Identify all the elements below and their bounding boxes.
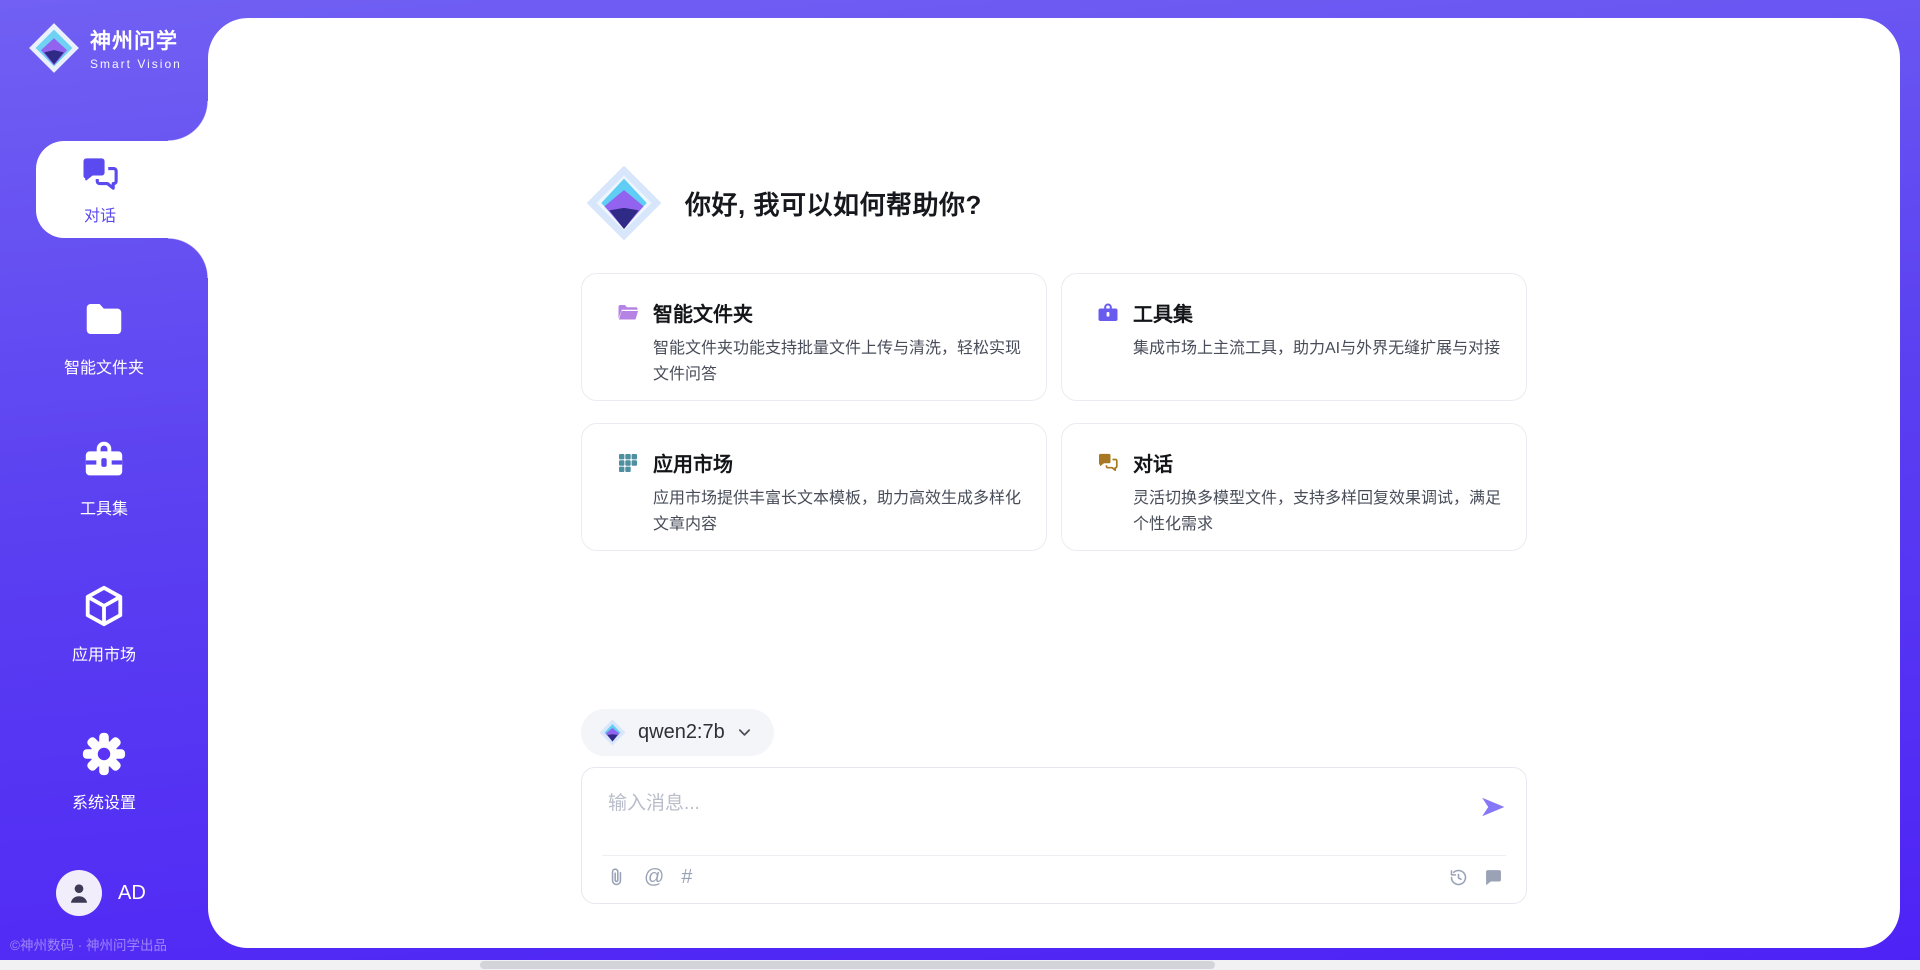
sidebar-item-label: 应用市场 [0, 641, 208, 665]
history-icon[interactable] [1448, 867, 1469, 888]
sidebar-item-toolset[interactable]: 工具集 [0, 437, 208, 519]
attach-file-icon[interactable] [606, 867, 627, 888]
card-title: 工具集 [1133, 298, 1193, 327]
sidebar-item-settings[interactable]: 系统设置 [0, 731, 208, 813]
card-title: 应用市场 [653, 448, 733, 477]
card-description: 集成市场上主流工具，助力AI与外界无缝扩展与对接 [1133, 336, 1511, 362]
sidebar-item-app-market[interactable]: 应用市场 [0, 583, 208, 665]
feature-cards: 智能文件夹 智能文件夹功能支持批量文件上传与清洗，轻松实现文件问答 工具集 集成… [581, 273, 1527, 551]
hashtag-icon[interactable]: # [681, 867, 692, 888]
sidebar-item-chat[interactable]: 对话 [36, 141, 208, 238]
avatar [56, 870, 102, 916]
gear-icon [81, 731, 127, 777]
card-toolset[interactable]: 工具集 集成市场上主流工具，助力AI与外界无缝扩展与对接 [1061, 273, 1527, 401]
chat-bubble-icon[interactable] [1483, 867, 1504, 888]
person-icon [66, 880, 92, 906]
card-smart-folder[interactable]: 智能文件夹 智能文件夹功能支持批量文件上传与清洗，轻松实现文件问答 [581, 273, 1047, 401]
composer-area: qwen2:7b [581, 709, 1527, 904]
logo-diamond-icon [585, 164, 663, 242]
user-profile[interactable]: AD [56, 870, 146, 916]
folder-open-icon [616, 301, 640, 325]
sidebar-item-label: 系统设置 [0, 789, 208, 813]
brand-subtitle: Smart Vision [90, 57, 182, 71]
card-description: 应用市场提供丰富长文本模板，助力高效生成多样化文章内容 [653, 486, 1031, 537]
send-button[interactable] [1480, 794, 1506, 820]
sidebar-item-label: 智能文件夹 [0, 354, 208, 378]
chat-bubbles-icon [78, 153, 122, 197]
logo-diamond-icon [28, 22, 80, 74]
toolbox-icon [1096, 301, 1120, 325]
grid-icon [616, 451, 640, 475]
card-title: 对话 [1133, 448, 1173, 477]
folder-icon [81, 296, 127, 342]
sidebar-item-smart-folder[interactable]: 智能文件夹 [0, 296, 208, 378]
card-app-market[interactable]: 应用市场 应用市场提供丰富长文本模板，助力高效生成多样化文章内容 [581, 423, 1047, 551]
chevron-down-icon [737, 725, 752, 740]
greeting: 你好, 我可以如何帮助你? [585, 18, 1527, 242]
horizontal-scrollbar [0, 960, 1920, 970]
chat-bubbles-icon [1096, 451, 1120, 475]
sidebar-item-label: 对话 [84, 202, 116, 226]
model-name: qwen2:7b [638, 721, 725, 744]
brand-title: 神州问学 [90, 25, 182, 55]
logo-diamond-icon [599, 719, 626, 746]
card-title: 智能文件夹 [653, 298, 753, 327]
cube-icon [81, 583, 127, 629]
sidebar-footer-copyright: ©神州数码 · 神州问学出品 [10, 934, 167, 954]
user-name: AD [118, 882, 146, 905]
greeting-text: 你好, 我可以如何帮助你? [685, 185, 982, 222]
toolbox-icon [81, 437, 127, 483]
card-chat[interactable]: 对话 灵活切换多模型文件，支持多样回复效果调试，满足个性化需求 [1061, 423, 1527, 551]
card-description: 灵活切换多模型文件，支持多样回复效果调试，满足个性化需求 [1133, 486, 1511, 537]
message-composer: @ # [581, 767, 1527, 904]
sidebar: 神州问学 Smart Vision 对话 智能文件夹 工具集 [0, 0, 208, 970]
composer-divider [602, 855, 1506, 856]
message-input[interactable] [608, 784, 1456, 824]
mention-icon[interactable]: @ [644, 867, 664, 888]
brand-logo: 神州问学 Smart Vision [28, 22, 182, 74]
scrollbar-thumb[interactable] [480, 961, 1215, 969]
send-icon [1480, 794, 1506, 820]
sidebar-item-label: 工具集 [0, 495, 208, 519]
main-panel: 你好, 我可以如何帮助你? 智能文件夹 智能文件夹功能支持批量文件上传与清洗，轻… [208, 18, 1900, 948]
model-selector[interactable]: qwen2:7b [581, 709, 774, 756]
card-description: 智能文件夹功能支持批量文件上传与清洗，轻松实现文件问答 [653, 336, 1031, 387]
